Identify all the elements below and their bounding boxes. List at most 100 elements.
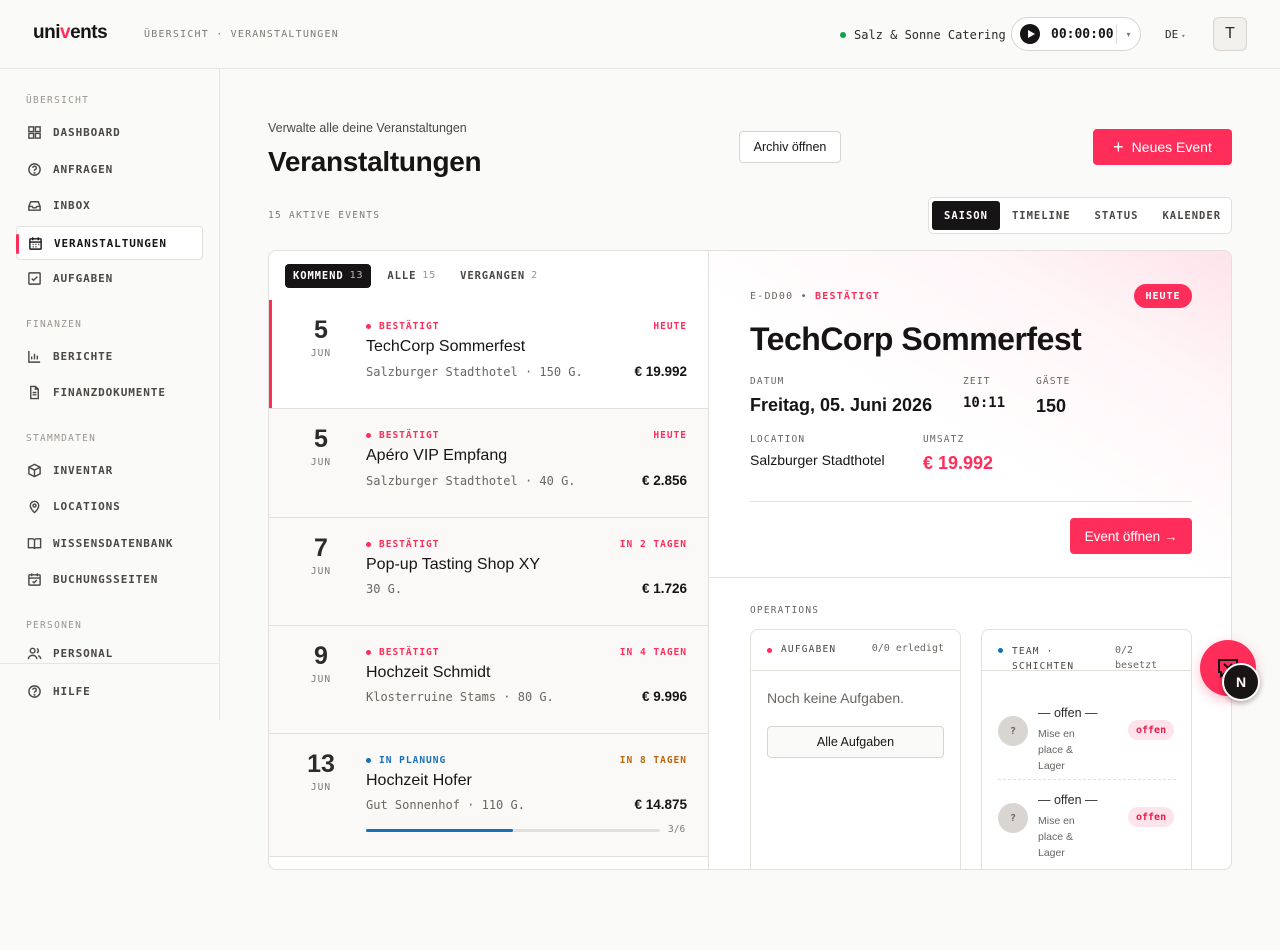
sidebar-divider bbox=[0, 663, 220, 664]
events-panel: KOMMEND 13 ALLE 15 VERGANGEN 2 5 JUN BESTÄT… bbox=[268, 250, 1232, 870]
event-row[interactable]: 5 JUN BESTÄTIGT HEUTE TechCorp Sommerfes… bbox=[269, 300, 708, 409]
language-selector[interactable]: DE ▾ bbox=[1165, 28, 1185, 41]
event-id-line: E-DD00 • BESTÄTIGT bbox=[750, 291, 880, 302]
sidebar-section-overview: ÜBERSICHT bbox=[26, 95, 90, 106]
tasks-card: AUFGABEN 0/0 erledigt Noch keine Aufgabe… bbox=[750, 629, 961, 869]
event-name: Hochzeit Hofer bbox=[366, 772, 472, 789]
new-event-label: Neues Event bbox=[1131, 139, 1212, 155]
event-revenue: € 19.992 bbox=[923, 453, 994, 473]
event-amount: € 2.856 bbox=[641, 473, 687, 488]
status-label: IN PLANUNG bbox=[379, 755, 447, 766]
tab-count: 13 bbox=[349, 270, 364, 281]
event-row[interactable]: 5 JUN BESTÄTIGT HEUTE Apéro VIP Empfang … bbox=[269, 409, 708, 518]
assistant-avatar[interactable]: N bbox=[1222, 663, 1260, 701]
shift-name: — offen — bbox=[1038, 793, 1098, 807]
tab-season[interactable]: SAISON bbox=[932, 201, 1000, 230]
checkbox-icon bbox=[28, 271, 41, 285]
status-dot bbox=[366, 324, 371, 329]
status-dot bbox=[366, 433, 371, 438]
timer-dropdown-icon[interactable]: ▾ bbox=[1116, 24, 1140, 44]
play-icon[interactable] bbox=[1020, 24, 1040, 44]
open-event-button[interactable]: Event öffnen → bbox=[1070, 518, 1192, 554]
sidebar-item-events[interactable]: VERANSTALTUNGEN bbox=[16, 226, 203, 260]
team-card: TEAM · SCHICHTEN 0/2 besetzt ? — offen — M… bbox=[981, 629, 1192, 869]
sidebar-item-requests[interactable]: ANFRAGEN bbox=[16, 152, 203, 186]
sidebar-item-label: HILFE bbox=[53, 684, 91, 698]
team-title-line: SCHICHTEN bbox=[1012, 661, 1075, 672]
team-count: 0/2 besetzt bbox=[1115, 643, 1157, 673]
event-when: HEUTE bbox=[653, 430, 687, 441]
team-dot bbox=[998, 648, 1003, 653]
time-label: ZEIT bbox=[963, 376, 991, 387]
event-time: 10:11 bbox=[963, 395, 1006, 411]
sidebar-item-tasks[interactable]: AUFGABEN bbox=[16, 261, 203, 295]
tab-count: 15 bbox=[422, 270, 437, 281]
company-switcher[interactable]: Salz & Sonne Catering bbox=[840, 28, 1006, 42]
today-badge: HEUTE bbox=[1134, 284, 1192, 308]
tasks-card-header: AUFGABEN 0/0 erledigt bbox=[751, 630, 960, 671]
event-meta: Gut Sonnenhof · 110 G. bbox=[366, 798, 525, 812]
event-id: E-DD00 bbox=[750, 291, 794, 302]
event-progress-bar bbox=[366, 829, 660, 832]
new-event-button[interactable]: + Neues Event bbox=[1093, 129, 1232, 165]
event-month: JUN bbox=[310, 674, 332, 685]
event-day: 9 bbox=[314, 642, 328, 670]
sidebar-item-dashboard[interactable]: DASHBOARD bbox=[16, 115, 203, 149]
view-tabs: SAISON TIMELINE STATUS KALENDER bbox=[928, 197, 1232, 234]
event-status: BESTÄTIGT bbox=[366, 321, 439, 332]
list-filter-tabs: KOMMEND 13 ALLE 15 VERGANGEN 2 bbox=[285, 263, 554, 288]
sidebar-item-help[interactable]: HILFE bbox=[16, 674, 203, 708]
event-day: 7 bbox=[314, 534, 328, 562]
event-amount: € 14.875 bbox=[634, 797, 687, 812]
event-list: KOMMEND 13 ALLE 15 VERGANGEN 2 5 JUN BESTÄT… bbox=[269, 251, 709, 869]
tab-calendar[interactable]: KALENDER bbox=[1150, 201, 1233, 230]
tab-label: VERGANGEN bbox=[460, 269, 526, 282]
sidebar-item-label: INVENTAR bbox=[53, 463, 114, 477]
all-tasks-button[interactable]: Alle Aufgaben bbox=[767, 726, 944, 758]
event-meta: 30 G. bbox=[366, 582, 403, 596]
language-value: DE bbox=[1165, 28, 1179, 41]
detail-divider bbox=[750, 501, 1192, 502]
status-label: BESTÄTIGT bbox=[379, 539, 440, 550]
team-title-text: TEAM · SCHICHTEN bbox=[1012, 644, 1074, 674]
sidebar-item-finance-docs[interactable]: FINANZDOKUMENTE bbox=[16, 375, 203, 409]
event-amount: € 9.996 bbox=[641, 689, 687, 704]
sidebar-item-booking[interactable]: BUCHUNGSSEITEN bbox=[16, 562, 203, 596]
event-amount: € 19.992 bbox=[634, 364, 687, 379]
sidebar-item-knowledge[interactable]: WISSENSDATENBANK bbox=[16, 526, 203, 560]
help-circle-icon bbox=[28, 684, 41, 698]
team-title-line: TEAM · bbox=[1012, 646, 1054, 657]
event-row[interactable]: 9 JUN BESTÄTIGT IN 4 TAGEN Hochzeit Schm… bbox=[269, 626, 708, 734]
tab-past[interactable]: VERGANGEN 2 bbox=[452, 264, 546, 288]
tab-status[interactable]: STATUS bbox=[1083, 201, 1151, 230]
user-avatar[interactable]: T bbox=[1213, 17, 1247, 51]
status-dot bbox=[366, 542, 371, 547]
breadcrumb: ÜBERSICHT · VERANSTALTUNGEN bbox=[144, 29, 339, 40]
guests-label: GÄSTE bbox=[1036, 376, 1071, 387]
sidebar-item-locations[interactable]: LOCATIONS bbox=[16, 489, 203, 523]
tasks-title: AUFGABEN bbox=[767, 644, 836, 655]
online-status-dot bbox=[840, 32, 846, 38]
tasks-title-text: AUFGABEN bbox=[781, 644, 837, 655]
sidebar-item-label: WISSENSDATENBANK bbox=[53, 536, 174, 550]
company-name: Salz & Sonne Catering bbox=[854, 28, 1006, 42]
sidebar-item-reports[interactable]: BERICHTE bbox=[16, 339, 203, 373]
event-when: IN 4 TAGEN bbox=[619, 647, 687, 658]
shift-role: Mise en place & Lager bbox=[1038, 815, 1075, 859]
sidebar-item-inventory[interactable]: INVENTAR bbox=[16, 453, 203, 487]
tab-upcoming[interactable]: KOMMEND 13 bbox=[285, 263, 372, 288]
shift-item[interactable]: ? — offen — Mise en place & Lager offen bbox=[998, 793, 1176, 869]
sidebar-item-label: DASHBOARD bbox=[53, 125, 121, 139]
tab-all[interactable]: ALLE 15 bbox=[379, 264, 444, 288]
active-events-count: 15 AKTIVE EVENTS bbox=[268, 210, 381, 221]
event-row[interactable]: 7 JUN BESTÄTIGT IN 2 TAGEN Pop-up Tastin… bbox=[269, 518, 708, 626]
sidebar-item-inbox[interactable]: INBOX bbox=[16, 188, 203, 222]
sidebar-item-label: BERICHTE bbox=[53, 349, 114, 363]
archive-button[interactable]: Archiv öffnen bbox=[739, 131, 841, 163]
event-row[interactable]: 13 JUN IN PLANUNG IN 8 TAGEN Hochzeit Ho… bbox=[269, 734, 708, 857]
logo[interactable]: univents bbox=[33, 22, 108, 44]
tab-timeline[interactable]: TIMELINE bbox=[1000, 201, 1083, 230]
calendar-check-icon bbox=[28, 572, 41, 586]
event-amount: € 1.726 bbox=[641, 581, 687, 596]
shift-item[interactable]: ? — offen — Mise en place & Lager offen bbox=[998, 706, 1176, 786]
